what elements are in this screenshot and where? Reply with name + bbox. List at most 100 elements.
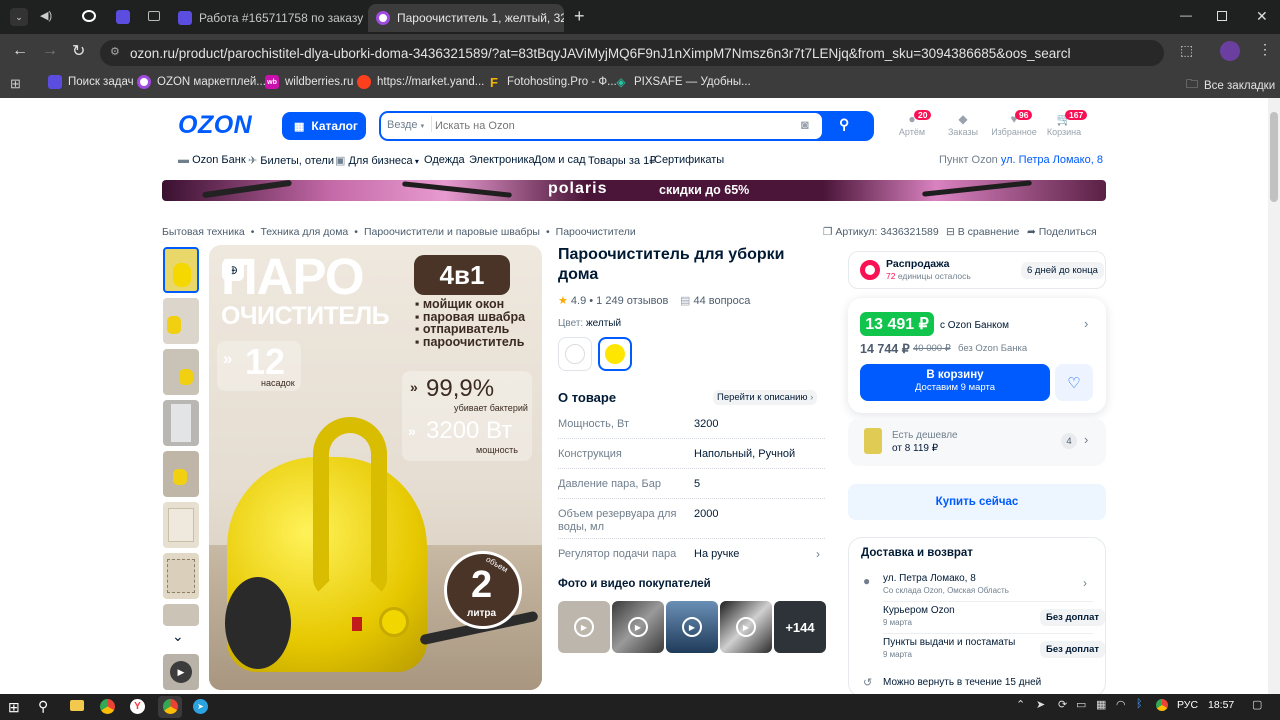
customer-photo[interactable]: ▶ xyxy=(612,601,664,653)
gallery-thumbnail[interactable] xyxy=(163,604,199,626)
thumbnails-down-chevron-icon[interactable]: ⌄ xyxy=(172,628,184,645)
all-bookmarks[interactable]: 🗀 Все закладки xyxy=(1186,75,1275,96)
maximize-icon[interactable] xyxy=(1217,11,1227,21)
nav-certificates[interactable]: Сертификаты xyxy=(654,154,724,166)
pickup-point[interactable]: Пункт Ozon ул. Петра Ломако, 8 xyxy=(939,154,1103,166)
tray-bluetooth-icon[interactable]: ᛒ xyxy=(1136,698,1143,710)
article-number[interactable]: ❐ Артикул: 3436321589 xyxy=(823,226,939,238)
color-swatch-white[interactable] xyxy=(558,337,592,371)
bookmark-item[interactable]: https://market.yand... xyxy=(357,75,484,89)
tray-chrome-icon[interactable] xyxy=(1156,699,1168,711)
gallery-thumbnail[interactable] xyxy=(163,502,199,548)
pinned-tab-window-icon[interactable] xyxy=(148,11,160,21)
breadcrumb-item[interactable]: Техника для дома xyxy=(260,226,348,238)
gallery-thumbnail[interactable] xyxy=(163,298,199,344)
nav-electronics[interactable]: Электроника xyxy=(469,154,535,166)
address-bar[interactable]: ⚙ ozon.ru/product/parochistitel-dlya-ubo… xyxy=(100,40,1164,66)
taskbar-search-icon[interactable]: ⚲ xyxy=(38,698,48,715)
new-tab-icon[interactable]: + xyxy=(574,6,585,27)
cart-button[interactable]: 🛒 Корзина 167 xyxy=(1045,110,1088,137)
tray-chevron-icon[interactable]: ⌃ xyxy=(1016,698,1025,711)
return-policy[interactable]: Можно вернуть в течение 15 дней xyxy=(883,677,1041,688)
gallery-thumbnail[interactable] xyxy=(163,247,199,293)
forward-icon[interactable]: → xyxy=(42,42,58,60)
back-icon[interactable]: ← xyxy=(12,42,28,60)
tab-work[interactable]: Работа #165711758 по заказу ✕ xyxy=(170,4,366,32)
chevron-right-icon[interactable]: › xyxy=(1083,576,1087,590)
minimize-icon[interactable]: — xyxy=(1180,8,1192,22)
bookmark-item[interactable]: wb wildberries.ru xyxy=(265,75,353,89)
chrome-icon[interactable] xyxy=(100,699,115,714)
favorites-button[interactable]: ♥ Избранное 96 xyxy=(991,110,1037,137)
customer-photo[interactable]: ▶ xyxy=(720,601,772,653)
breadcrumb-item[interactable]: Бытовая техника xyxy=(162,226,245,238)
telegram-icon[interactable]: ➤ xyxy=(193,699,208,714)
to-description-button[interactable]: Перейти к описанию › xyxy=(713,390,818,405)
bookmark-item[interactable]: F Fotohosting.Pro - Ф... xyxy=(487,75,617,90)
more-photos-button[interactable]: +144 xyxy=(774,601,826,653)
add-to-favorites-button[interactable]: ♡ xyxy=(1055,364,1093,401)
tab-ozon-product[interactable]: Пароочиститель 1, желтый, 32 ✕ xyxy=(368,4,564,32)
search-icon[interactable]: ⚲ xyxy=(839,116,849,133)
bookmark-item[interactable]: Поиск задач xyxy=(48,75,134,89)
customer-photo[interactable]: ▶ xyxy=(558,601,610,653)
tray-sync-icon[interactable]: ⟳ xyxy=(1058,698,1067,711)
catalog-button[interactable]: ▦ Каталог xyxy=(282,112,366,140)
close-window-icon[interactable]: ✕ xyxy=(1256,8,1268,25)
breadcrumb-item[interactable]: Пароочистители xyxy=(556,226,636,238)
bookmark-item[interactable]: ◈ PIXSAFE — Удобны... xyxy=(614,75,750,89)
product-questions[interactable]: ▤ 44 вопроса xyxy=(680,294,750,307)
menu-kebab-icon[interactable]: ⋮ xyxy=(1258,41,1272,58)
tray-keyboard-icon[interactable]: ▦ xyxy=(1096,698,1106,711)
nav-tickets[interactable]: ✈ Билеты, отели xyxy=(248,154,334,167)
product-main-image[interactable]: ⊕ ПАРО ОЧИСТИТЕЛЬ 4в1 ▪ мойщик окон ▪ па… xyxy=(209,245,542,690)
page-scrollbar[interactable] xyxy=(1268,98,1280,694)
apps-grid-icon[interactable]: ⊞ xyxy=(10,76,21,92)
ozon-logo[interactable]: OZON xyxy=(178,111,252,140)
tab-search-icon[interactable]: ⌄ xyxy=(10,8,28,26)
product-rating[interactable]: ★ 4.9 • 1 249 отзывов xyxy=(558,294,668,307)
speaker-icon[interactable]: ◀) xyxy=(40,9,52,22)
breadcrumb-item[interactable]: Пароочистители и паровые швабры xyxy=(364,226,540,238)
chrome-active-icon[interactable] xyxy=(163,699,178,714)
search-input[interactable] xyxy=(435,114,795,138)
video-thumbnail[interactable]: ▶ xyxy=(163,654,199,690)
camera-icon[interactable]: ◙ xyxy=(801,117,809,132)
sale-badge[interactable]: Распродажа 72 единицы осталось 6 дней до… xyxy=(848,251,1106,289)
customer-photo[interactable]: ▶ xyxy=(666,601,718,653)
search-scope-select[interactable]: Везде ▾ xyxy=(387,119,424,131)
pinned-tab-icon[interactable] xyxy=(116,10,130,24)
input-language[interactable]: РУС xyxy=(1177,699,1198,711)
orders-button[interactable]: ◆ Заказы xyxy=(947,112,979,137)
buy-now-button[interactable]: Купить сейчас xyxy=(848,484,1106,520)
tray-battery-icon[interactable]: ▭ xyxy=(1076,698,1086,711)
nav-clothes[interactable]: Одежда xyxy=(424,154,465,166)
gallery-thumbnail[interactable] xyxy=(163,400,199,446)
share-button[interactable]: ➦ Поделиться xyxy=(1027,226,1097,238)
gallery-thumbnail[interactable] xyxy=(163,553,199,599)
notifications-icon[interactable]: ▢ xyxy=(1252,698,1262,711)
profile-avatar[interactable] xyxy=(1220,41,1240,61)
clock[interactable]: 18:57 xyxy=(1208,699,1234,711)
extensions-icon[interactable]: ⬚ xyxy=(1180,42,1193,59)
add-to-cart-button[interactable]: В корзину Доставим 9 марта xyxy=(860,364,1050,401)
nav-business[interactable]: ▣ Для бизнеса ▾ xyxy=(335,154,419,167)
windows-start-icon[interactable]: ⊞ xyxy=(8,699,20,716)
account-button[interactable]: ● Артём 20 xyxy=(897,110,932,137)
tray-telegram-icon[interactable]: ➤ xyxy=(1036,698,1045,711)
file-explorer-icon[interactable] xyxy=(70,700,84,711)
delivery-address[interactable]: ул. Петра Ломако, 8 xyxy=(883,573,976,584)
color-swatch-yellow[interactable] xyxy=(598,337,632,371)
yandex-browser-icon[interactable]: Y xyxy=(130,699,145,714)
tray-wifi-icon[interactable]: ◠ xyxy=(1116,698,1126,711)
cheaper-offers[interactable]: Есть дешевле от 8 119 ₽ 4 › xyxy=(848,418,1106,466)
gallery-thumbnail[interactable] xyxy=(163,451,199,497)
bookmark-item[interactable]: OZON маркетплей... xyxy=(137,75,266,89)
nav-ozon-bank[interactable]: ▬ Ozon Банк xyxy=(178,154,246,166)
ozon-pinned-tab-icon[interactable] xyxy=(82,10,96,22)
promo-banner[interactable]: polaris скидки до 65% xyxy=(162,180,1106,201)
reload-icon[interactable]: ↻ xyxy=(72,41,85,61)
compare-button[interactable]: ⊟ В сравнение xyxy=(946,226,1019,238)
nav-home-garden[interactable]: Дом и сад xyxy=(534,154,586,166)
chevron-right-icon[interactable]: › xyxy=(1084,316,1088,331)
